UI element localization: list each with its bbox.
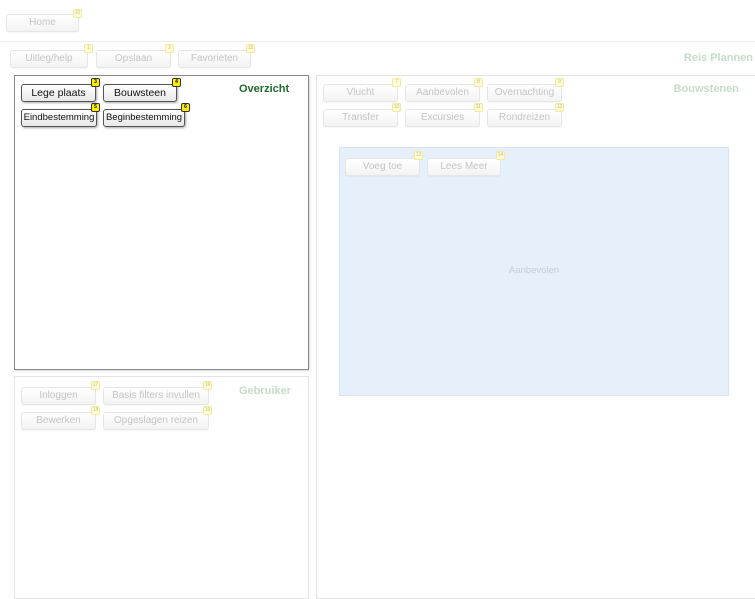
round-trips-badge: 12	[555, 103, 564, 112]
help-badge: 1	[84, 44, 93, 53]
basic-filters-button[interactable]: Basis filters invullen	[103, 387, 209, 405]
flight-badge: 7	[392, 78, 401, 87]
end-destination-button[interactable]: Eindbestemming	[21, 109, 97, 127]
home-button[interactable]: Home	[6, 14, 79, 32]
empty-spot-badge: 3	[91, 78, 100, 87]
edit-badge: 18	[91, 406, 100, 415]
read-more-badge: 14	[496, 151, 505, 160]
start-destination-button[interactable]: Beginbestemming	[103, 109, 185, 127]
basic-filters-badge: 16	[203, 381, 212, 390]
favorites-button[interactable]: Favorieten	[178, 50, 251, 68]
transfer-badge: 10	[392, 103, 401, 112]
bouwstenen-title: Bouwstenen	[673, 83, 739, 95]
home-badge: 20	[73, 9, 82, 18]
building-block-badge: 4	[172, 78, 181, 87]
overnight-button[interactable]: Overnachting	[487, 84, 562, 102]
app-title: Reis Plannen	[683, 52, 753, 64]
overnight-badge: 9	[555, 78, 564, 87]
help-button[interactable]: Uitleg/help	[10, 50, 88, 68]
save-badge: 2	[165, 44, 174, 53]
save-button[interactable]: Opslaan	[96, 50, 171, 68]
empty-spot-button[interactable]: Lege plaats	[21, 84, 96, 102]
building-block-button[interactable]: Bouwsteen	[103, 84, 177, 102]
add-button[interactable]: Voeg toe	[345, 158, 420, 176]
top-divider	[0, 41, 755, 42]
add-badge: 13	[414, 151, 423, 160]
excursions-button[interactable]: Excursies	[405, 109, 480, 127]
saved-trips-button[interactable]: Opgeslagen reizen	[103, 412, 209, 430]
start-destination-badge: 6	[181, 103, 190, 112]
login-badge: 17	[91, 381, 100, 390]
transfer-button[interactable]: Transfer	[323, 109, 398, 127]
read-more-button[interactable]: Lees Meer	[427, 158, 501, 176]
recommended-badge: 8	[474, 78, 483, 87]
saved-trips-badge: 19	[203, 406, 212, 415]
login-button[interactable]: Inloggen	[21, 387, 96, 405]
end-destination-badge: 5	[91, 103, 100, 112]
favorites-badge: 15	[246, 44, 255, 53]
overzicht-title: Overzicht	[239, 83, 290, 95]
flight-button[interactable]: Vlucht	[323, 84, 398, 102]
content-area-label: Aanbevolen	[508, 265, 560, 276]
round-trips-button[interactable]: Rondreizen	[487, 109, 562, 127]
recommended-button[interactable]: Aanbevolen	[405, 84, 480, 102]
gebruiker-title: Gebruiker	[239, 385, 291, 397]
gebruiker-panel	[14, 376, 309, 599]
edit-button[interactable]: Bewerken	[21, 412, 96, 430]
excursions-badge: 11	[474, 103, 483, 112]
